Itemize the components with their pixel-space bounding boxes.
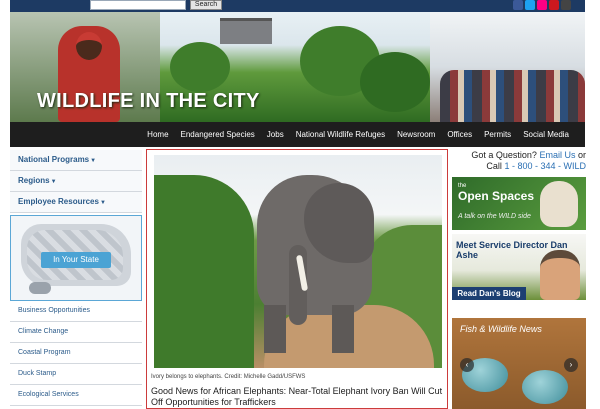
- wildlife-banner: WILDLIFE IN THE CITY: [10, 12, 585, 122]
- sidebar-link-coastal[interactable]: Coastal Program: [10, 343, 142, 364]
- caret-down-icon: ▼: [99, 200, 106, 206]
- director-photo: [540, 250, 580, 300]
- sidebar-national-programs[interactable]: National Programs▼: [10, 150, 142, 171]
- open-spaces-blog-promo[interactable]: the Open Spaces A talk on the WILD side: [452, 177, 586, 230]
- sidebar-regions[interactable]: Regions▼: [10, 171, 142, 192]
- phone-link[interactable]: 1 - 800 - 344 - WILD: [504, 161, 586, 171]
- search-button[interactable]: Search: [190, 0, 222, 10]
- city-building-graphic: [220, 18, 272, 44]
- egg-image: [522, 370, 568, 404]
- in-your-state-button[interactable]: In Your State: [41, 252, 111, 268]
- email-us-link[interactable]: Email Us: [539, 150, 575, 160]
- caret-down-icon: ▼: [50, 179, 57, 185]
- director-blog-promo[interactable]: Meet Service Director Dan Ashe Read Dan'…: [452, 234, 586, 300]
- youtube-icon[interactable]: [549, 0, 559, 10]
- fish-wildlife-news-promo[interactable]: Fish & Wildlife News ‹ ›: [452, 318, 586, 409]
- elephant-photo[interactable]: [154, 155, 442, 368]
- chevron-right-icon[interactable]: ›: [564, 358, 578, 372]
- crowd-photo: [440, 70, 585, 122]
- feature-story[interactable]: Ivory belongs to elephants. Credit: Mich…: [146, 149, 448, 409]
- nav-permits[interactable]: Permits: [478, 130, 517, 139]
- read-blog-button[interactable]: Read Dan's Blog: [452, 287, 526, 300]
- left-sidebar: National Programs▼ Regions▼ Employee Res…: [10, 150, 142, 406]
- facebook-icon[interactable]: [513, 0, 523, 10]
- sidebar-employee-resources[interactable]: Employee Resources▼: [10, 192, 142, 213]
- flickr-icon[interactable]: [537, 0, 547, 10]
- nav-national-wildlife-refuges[interactable]: National Wildlife Refuges: [290, 130, 391, 139]
- state-map-widget[interactable]: In Your State: [10, 215, 142, 301]
- alaska-map-icon: [29, 282, 51, 294]
- instagram-icon[interactable]: [561, 0, 571, 10]
- photo-caption: Ivory belongs to elephants. Credit: Mich…: [151, 374, 306, 380]
- sidebar-link-ecological[interactable]: Ecological Services: [10, 385, 142, 406]
- top-utility-bar: Search: [10, 0, 585, 12]
- nav-endangered-species[interactable]: Endangered Species: [175, 130, 261, 139]
- caret-down-icon: ▼: [90, 158, 97, 164]
- nav-offices[interactable]: Offices: [441, 130, 478, 139]
- feature-headline[interactable]: Good News for African Elephants: Near-To…: [151, 386, 443, 408]
- owl-icon: [540, 181, 578, 227]
- nav-newsroom[interactable]: Newsroom: [391, 130, 441, 139]
- sidebar-link-duck-stamp[interactable]: Duck Stamp: [10, 364, 142, 385]
- social-links: [513, 0, 571, 10]
- chevron-left-icon[interactable]: ‹: [460, 358, 474, 372]
- main-nav: Home Endangered Species Jobs National Wi…: [10, 122, 585, 147]
- nav-home[interactable]: Home: [141, 130, 174, 139]
- nav-jobs[interactable]: Jobs: [261, 130, 290, 139]
- right-column: Got a Question? Email Us or Call 1 - 800…: [452, 150, 586, 409]
- nav-social-media[interactable]: Social Media: [517, 130, 575, 139]
- sidebar-link-business[interactable]: Business Opportunities: [10, 301, 142, 322]
- search-input[interactable]: [90, 0, 186, 10]
- twitter-icon[interactable]: [525, 0, 535, 10]
- contact-info: Got a Question? Email Us or Call 1 - 800…: [471, 150, 586, 171]
- sidebar-link-climate[interactable]: Climate Change: [10, 322, 142, 343]
- banner-title: WILDLIFE IN THE CITY: [37, 90, 260, 112]
